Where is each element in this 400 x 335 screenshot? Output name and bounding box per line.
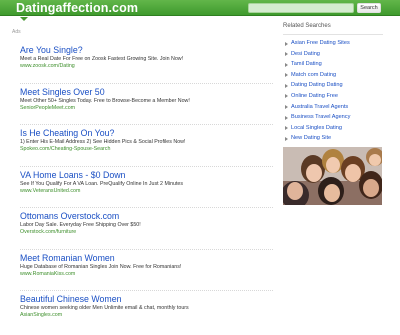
ad-listing: Ottomans Overstock.com Labor Day Sale. E… [20, 208, 273, 250]
ad-description: 1) Enter His E-Mail Address 2) See Hidde… [20, 139, 186, 145]
related-search-link[interactable]: Business Travel Agency [283, 113, 383, 124]
related-search-label[interactable]: Dating Dating Dating [291, 82, 343, 88]
related-search-label[interactable]: Asian Free Dating Sites [291, 40, 350, 46]
bullet-arrow-icon [285, 105, 288, 110]
ad-listing: Is He Cheating On You? 1) Enter His E-Ma… [20, 125, 273, 167]
related-search-label[interactable]: New Dating Site [291, 135, 331, 141]
site-title[interactable]: Datingaffection.com [16, 0, 138, 16]
ad-title-link[interactable]: Ottomans Overstock.com [20, 211, 273, 222]
bullet-arrow-icon [285, 52, 288, 57]
related-search-link[interactable]: Match com Dating [283, 71, 383, 82]
related-search-link[interactable]: Desi Dating [283, 50, 383, 61]
related-search-link[interactable]: Online Dating Free [283, 92, 383, 103]
related-search-link[interactable]: New Dating Site [283, 134, 383, 145]
bullet-arrow-icon [285, 41, 288, 46]
ad-title-link[interactable]: Is He Cheating On You? [20, 128, 273, 139]
bullet-arrow-icon [285, 136, 288, 141]
ad-description: See If You Qualify For A VA Loan. PreQua… [20, 180, 184, 187]
related-searches-sidebar: Related Searches Asian Free Dating Sites… [283, 22, 383, 145]
related-searches-heading: Related Searches [283, 22, 383, 35]
related-search-link[interactable]: Tamil Dating [283, 60, 383, 71]
ad-url[interactable]: SeniorPeopleMeet.com [20, 105, 273, 112]
related-search-label[interactable]: Tamil Dating [291, 61, 322, 67]
search-button[interactable]: Search [357, 3, 381, 13]
related-search-label[interactable]: Online Dating Free [291, 93, 338, 99]
bullet-arrow-icon [285, 115, 288, 120]
ad-url[interactable]: Spokeo.com/Cheating-Spouse-Search [20, 146, 273, 153]
bullet-arrow-icon [285, 126, 288, 131]
top-header-bar: Datingaffection.com Search [0, 0, 400, 16]
sponsored-ads-list: Are You Single? Meet a Real Date For Fre… [20, 42, 273, 333]
bullet-arrow-icon [285, 94, 288, 99]
ad-title-link[interactable]: Beautiful Chinese Women [20, 294, 273, 305]
group-photo-illustration [283, 147, 382, 205]
ad-title-link[interactable]: Meet Singles Over 50 [20, 87, 273, 98]
related-search-label[interactable]: Australia Travel Agents [291, 104, 348, 110]
related-search-link[interactable]: Local Singles Dating [283, 124, 383, 135]
bullet-arrow-icon [285, 73, 288, 78]
ad-description: Meet a Real Date For Free on Zoosk Faste… [20, 56, 184, 62]
ad-description: Meet Other 50+ Singles Today. Free to Br… [20, 97, 190, 104]
ad-title-link[interactable]: Are You Single? [20, 45, 273, 56]
ad-description: Chinese women seeking older Men Unlimite… [20, 305, 189, 311]
related-search-link[interactable]: Asian Free Dating Sites [283, 39, 383, 50]
ad-listing: Meet Singles Over 50 Meet Other 50+ Sing… [20, 84, 273, 125]
ad-title-link[interactable]: VA Home Loans - $0 Down [20, 170, 273, 181]
bullet-arrow-icon [285, 83, 288, 88]
ad-listing: Meet Romanian Women Huge Database of Rom… [20, 250, 273, 291]
ad-title-link[interactable]: Meet Romanian Women [20, 253, 273, 264]
bullet-arrow-icon [285, 62, 288, 67]
search-input[interactable] [248, 3, 354, 13]
ad-description: Labor Day Sale. Everyday Free Shipping O… [20, 222, 141, 228]
ad-url[interactable]: Overstock.com/furniture [20, 229, 273, 236]
ad-url[interactable]: www.VeteransUnited.com [20, 188, 273, 195]
ad-url[interactable]: www.zoosk.com/Dating [20, 63, 273, 70]
ad-description: Huge Database of Romanian Singles Join N… [20, 263, 182, 270]
ad-url[interactable]: AsianSingles.com [20, 312, 273, 319]
ad-listing: Beautiful Chinese Women Chinese women se… [20, 291, 273, 333]
related-search-link[interactable]: Australia Travel Agents [283, 103, 383, 114]
related-search-label[interactable]: Desi Dating [291, 51, 320, 57]
related-search-label[interactable]: Local Singles Dating [291, 125, 342, 131]
ad-listing: Are You Single? Meet a Real Date For Fre… [20, 42, 273, 84]
related-search-label[interactable]: Business Travel Agency [291, 114, 350, 120]
ads-label: Ads [12, 29, 21, 35]
dropdown-arrow-icon [20, 17, 28, 21]
group-photo-image [283, 147, 382, 205]
related-search-link[interactable]: Dating Dating Dating [283, 81, 383, 92]
related-search-label[interactable]: Match com Dating [291, 72, 336, 78]
ad-url[interactable]: www.RomaniaKiss.com [20, 271, 273, 278]
ad-listing: VA Home Loans - $0 Down See If You Quali… [20, 167, 273, 208]
